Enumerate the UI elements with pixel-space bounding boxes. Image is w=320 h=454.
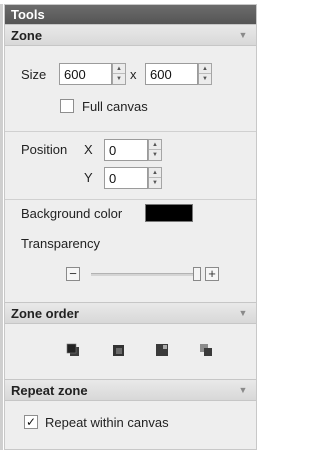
repeat-within-canvas-checkbox[interactable]: ✓ — [24, 415, 38, 429]
y-increment-icon[interactable]: ▲ — [149, 168, 161, 178]
dimension-separator: x — [130, 67, 137, 82]
width-spinner[interactable]: ▲ ▼ — [112, 63, 126, 85]
send-backward-icon — [156, 344, 168, 356]
tools-panel: Tools Zone ▼ Size 600 ▲ ▼ x 600 ▲ ▼ Full… — [4, 4, 257, 450]
send-backward-button[interactable] — [155, 343, 169, 357]
position-y-spinner[interactable]: ▲ ▼ — [148, 167, 162, 189]
transparency-slider-track[interactable] — [91, 273, 197, 276]
x-decrement-icon[interactable]: ▼ — [149, 150, 161, 160]
position-x-input[interactable]: 0 — [104, 139, 148, 161]
height-input[interactable]: 600 — [145, 63, 198, 85]
panel-title: Tools — [5, 5, 256, 24]
position-x-spinner[interactable]: ▲ ▼ — [148, 139, 162, 161]
send-to-back-button[interactable] — [199, 343, 213, 357]
zone-section-header[interactable]: Zone ▼ — [5, 24, 256, 46]
repeat-zone-collapse-icon[interactable]: ▼ — [238, 383, 248, 397]
divider — [5, 199, 256, 200]
zone-order-section-header[interactable]: Zone order ▼ — [5, 302, 256, 324]
bring-forward-button[interactable] — [111, 343, 125, 357]
bring-forward-icon — [113, 345, 124, 356]
left-edge — [0, 4, 3, 450]
background-color-label: Background color — [21, 206, 123, 221]
size-label: Size — [21, 67, 47, 82]
width-increment-icon[interactable]: ▲ — [113, 64, 125, 74]
send-to-back-icon — [200, 344, 212, 356]
width-input[interactable]: 600 — [59, 63, 112, 85]
repeat-zone-header-label: Repeat zone — [11, 383, 88, 398]
zone-order-header-label: Zone order — [11, 306, 79, 321]
width-decrement-icon[interactable]: ▼ — [113, 74, 125, 84]
y-decrement-icon[interactable]: ▼ — [149, 178, 161, 188]
height-increment-icon[interactable]: ▲ — [199, 64, 211, 74]
transparency-label: Transparency — [21, 236, 100, 251]
position-y-label: Y — [84, 170, 93, 185]
repeat-zone-section-header[interactable]: Repeat zone ▼ — [5, 379, 256, 401]
repeat-within-canvas-label: Repeat within canvas — [45, 415, 169, 430]
background-color-swatch[interactable] — [145, 204, 193, 222]
zone-header-label: Zone — [11, 28, 43, 43]
transparency-minus-button[interactable]: − — [66, 267, 80, 281]
height-spinner[interactable]: ▲ ▼ — [198, 63, 212, 85]
full-canvas-checkbox[interactable] — [60, 99, 74, 113]
tools-window: Tools Zone ▼ Size 600 ▲ ▼ x 600 ▲ ▼ Full… — [0, 0, 265, 454]
position-label: Position — [21, 142, 68, 157]
transparency-plus-button[interactable]: + — [205, 267, 219, 281]
height-decrement-icon[interactable]: ▼ — [199, 74, 211, 84]
divider — [5, 131, 256, 132]
zone-order-collapse-icon[interactable]: ▼ — [238, 306, 248, 320]
full-canvas-label: Full canvas — [82, 99, 148, 114]
position-x-label: X — [84, 142, 93, 157]
bring-to-front-icon — [66, 343, 79, 356]
x-increment-icon[interactable]: ▲ — [149, 140, 161, 150]
zone-collapse-icon[interactable]: ▼ — [238, 28, 248, 42]
position-y-input[interactable]: 0 — [104, 167, 148, 189]
bring-to-front-button[interactable] — [66, 343, 80, 357]
transparency-slider-thumb[interactable] — [193, 267, 201, 281]
